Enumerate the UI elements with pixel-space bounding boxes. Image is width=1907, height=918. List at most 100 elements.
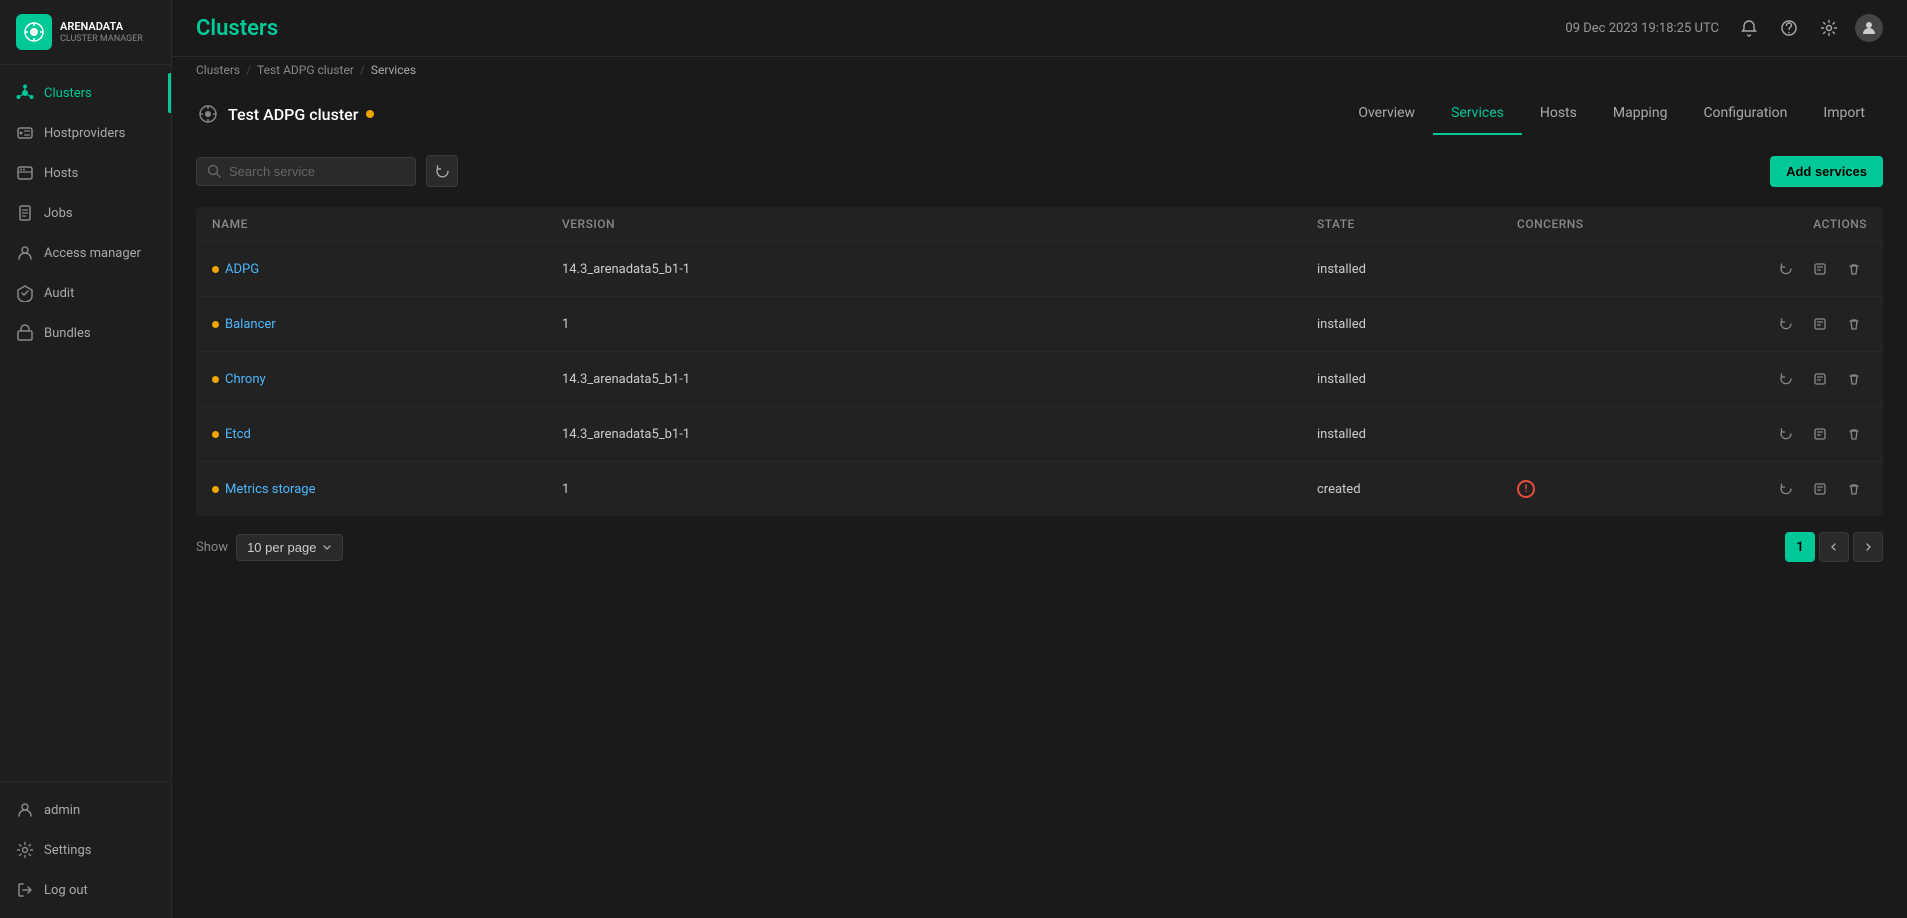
settings-button[interactable] (1815, 14, 1843, 42)
sidebar-item-clusters[interactable]: Clusters (0, 73, 171, 113)
service-actions (1717, 476, 1867, 502)
sidebar-item-hosts-label: Hosts (44, 166, 78, 181)
table-row[interactable]: Chrony 14.3_arenadata5_b1-1 installed (196, 352, 1883, 407)
access-manager-icon (16, 244, 34, 262)
sidebar-item-logout[interactable]: Log out (0, 870, 171, 910)
tab-import[interactable]: Import (1805, 93, 1883, 135)
service-actions (1717, 421, 1867, 447)
service-config-action[interactable] (1807, 366, 1833, 392)
sidebar-item-bundles[interactable]: Bundles (0, 313, 171, 353)
service-delete-action[interactable] (1841, 311, 1867, 337)
service-config-action[interactable] (1807, 421, 1833, 447)
service-state: installed (1317, 317, 1517, 332)
table-row[interactable]: Balancer 1 installed (196, 297, 1883, 352)
service-delete-action[interactable] (1841, 256, 1867, 282)
service-status-dot (212, 266, 219, 273)
service-name: Metrics storage (212, 482, 562, 497)
table-row[interactable]: Metrics storage 1 created ! (196, 462, 1883, 516)
user-avatar[interactable] (1855, 14, 1883, 42)
add-services-button[interactable]: Add services (1770, 156, 1883, 187)
notifications-button[interactable] (1735, 14, 1763, 42)
service-config-action[interactable] (1807, 256, 1833, 282)
sidebar-item-audit[interactable]: Audit (0, 273, 171, 313)
page-number-1[interactable]: 1 (1785, 532, 1815, 562)
table-header: Name Version State Concerns Actions (196, 207, 1883, 242)
logo-sub: CLUSTER MANAGER (60, 34, 143, 44)
refresh-button[interactable] (426, 155, 458, 187)
sidebar-item-hostproviders[interactable]: Hostproviders (0, 113, 171, 153)
page-title: Clusters (196, 16, 278, 41)
jobs-icon (16, 204, 34, 222)
service-config-action[interactable] (1807, 311, 1833, 337)
sidebar-item-settings[interactable]: Settings (0, 830, 171, 870)
sidebar-item-access-manager-label: Access manager (44, 246, 141, 261)
sidebar: ARENADATA CLUSTER MANAGER Clusters (0, 0, 172, 918)
tab-overview[interactable]: Overview (1340, 93, 1433, 135)
tab-configuration[interactable]: Configuration (1685, 93, 1805, 135)
sidebar-item-hostproviders-label: Hostproviders (44, 126, 125, 141)
col-version: Version (562, 217, 1317, 231)
topbar: Clusters 09 Dec 2023 19:18:25 UTC (172, 0, 1907, 57)
service-refresh-action[interactable] (1773, 311, 1799, 337)
logout-icon (16, 881, 34, 899)
page-next-button[interactable] (1853, 532, 1883, 562)
service-refresh-action[interactable] (1773, 366, 1799, 392)
service-name: Balancer (212, 317, 562, 332)
tab-services[interactable]: Services (1433, 93, 1522, 135)
concern-warning-icon: ! (1517, 480, 1535, 498)
sidebar-admin-label: admin (44, 803, 80, 818)
sidebar-item-clusters-label: Clusters (44, 86, 92, 101)
service-delete-action[interactable] (1841, 476, 1867, 502)
service-refresh-action[interactable] (1773, 256, 1799, 282)
per-page-select[interactable]: 10 per page (236, 534, 343, 561)
page-prev-button[interactable] (1819, 532, 1849, 562)
hostproviders-icon (16, 124, 34, 142)
service-actions (1717, 311, 1867, 337)
pagination: Show 10 per page 1 (196, 516, 1883, 570)
service-state: installed (1317, 262, 1517, 277)
breadcrumb-clusters[interactable]: Clusters (196, 63, 240, 77)
services-table: Name Version State Concerns Actions ADPG… (196, 207, 1883, 516)
service-version: 14.3_arenadata5_b1-1 (562, 372, 1317, 387)
sidebar-logout-label: Log out (44, 883, 88, 898)
sidebar-bottom: admin Settings Log out (0, 781, 171, 918)
service-concerns: ! (1517, 480, 1717, 498)
cluster-header: Test ADPG cluster Overview Services Host… (172, 83, 1907, 135)
service-refresh-action[interactable] (1773, 421, 1799, 447)
sidebar-settings-label: Settings (44, 843, 91, 858)
sidebar-item-jobs[interactable]: Jobs (0, 193, 171, 233)
page-content: Add services Name Version State Concerns… (172, 135, 1907, 918)
tabs: Overview Services Hosts Mapping Configur… (1340, 93, 1883, 135)
sidebar-item-jobs-label: Jobs (44, 206, 73, 221)
service-refresh-action[interactable] (1773, 476, 1799, 502)
sidebar-item-hosts[interactable]: Hosts (0, 153, 171, 193)
show-label: Show (196, 540, 228, 555)
sidebar-item-audit-label: Audit (44, 286, 74, 301)
help-button[interactable] (1775, 14, 1803, 42)
breadcrumb: Clusters / Test ADPG cluster / Services (172, 57, 1907, 83)
sidebar-item-access-manager[interactable]: Access manager (0, 233, 171, 273)
clusters-icon (16, 84, 34, 102)
sidebar-nav: Clusters Hostproviders (0, 65, 171, 781)
service-config-action[interactable] (1807, 476, 1833, 502)
service-delete-action[interactable] (1841, 421, 1867, 447)
settings-icon (16, 841, 34, 859)
sidebar-item-admin[interactable]: admin (0, 790, 171, 830)
tab-hosts[interactable]: Hosts (1522, 93, 1595, 135)
breadcrumb-cluster[interactable]: Test ADPG cluster (257, 63, 354, 77)
hosts-icon (16, 164, 34, 182)
table-row[interactable]: ADPG 14.3_arenadata5_b1-1 installed (196, 242, 1883, 297)
service-status-dot (212, 431, 219, 438)
col-name: Name (212, 217, 562, 231)
tab-mapping[interactable]: Mapping (1595, 93, 1686, 135)
search-input[interactable] (229, 164, 405, 179)
service-delete-action[interactable] (1841, 366, 1867, 392)
table-row[interactable]: Etcd 14.3_arenadata5_b1-1 installed (196, 407, 1883, 462)
service-state: installed (1317, 427, 1517, 442)
service-actions (1717, 256, 1867, 282)
service-version: 14.3_arenadata5_b1-1 (562, 262, 1317, 277)
col-state: State (1317, 217, 1517, 231)
admin-icon (16, 801, 34, 819)
service-status-dot (212, 486, 219, 493)
search-box[interactable] (196, 157, 416, 186)
